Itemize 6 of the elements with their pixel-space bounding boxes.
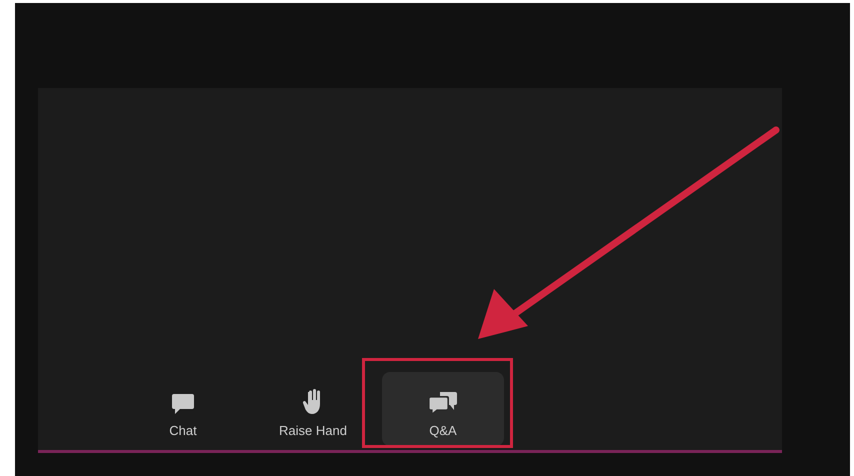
toolbar-button[interactable]: Q&A	[382, 372, 504, 446]
chat-bubble-icon	[171, 393, 195, 415]
toolbar-button[interactable]: Chat	[122, 372, 244, 446]
hand-icon	[303, 389, 323, 415]
toolbar-button[interactable]: Raise Hand	[252, 372, 374, 446]
chat-bubbles-icon	[428, 391, 458, 415]
